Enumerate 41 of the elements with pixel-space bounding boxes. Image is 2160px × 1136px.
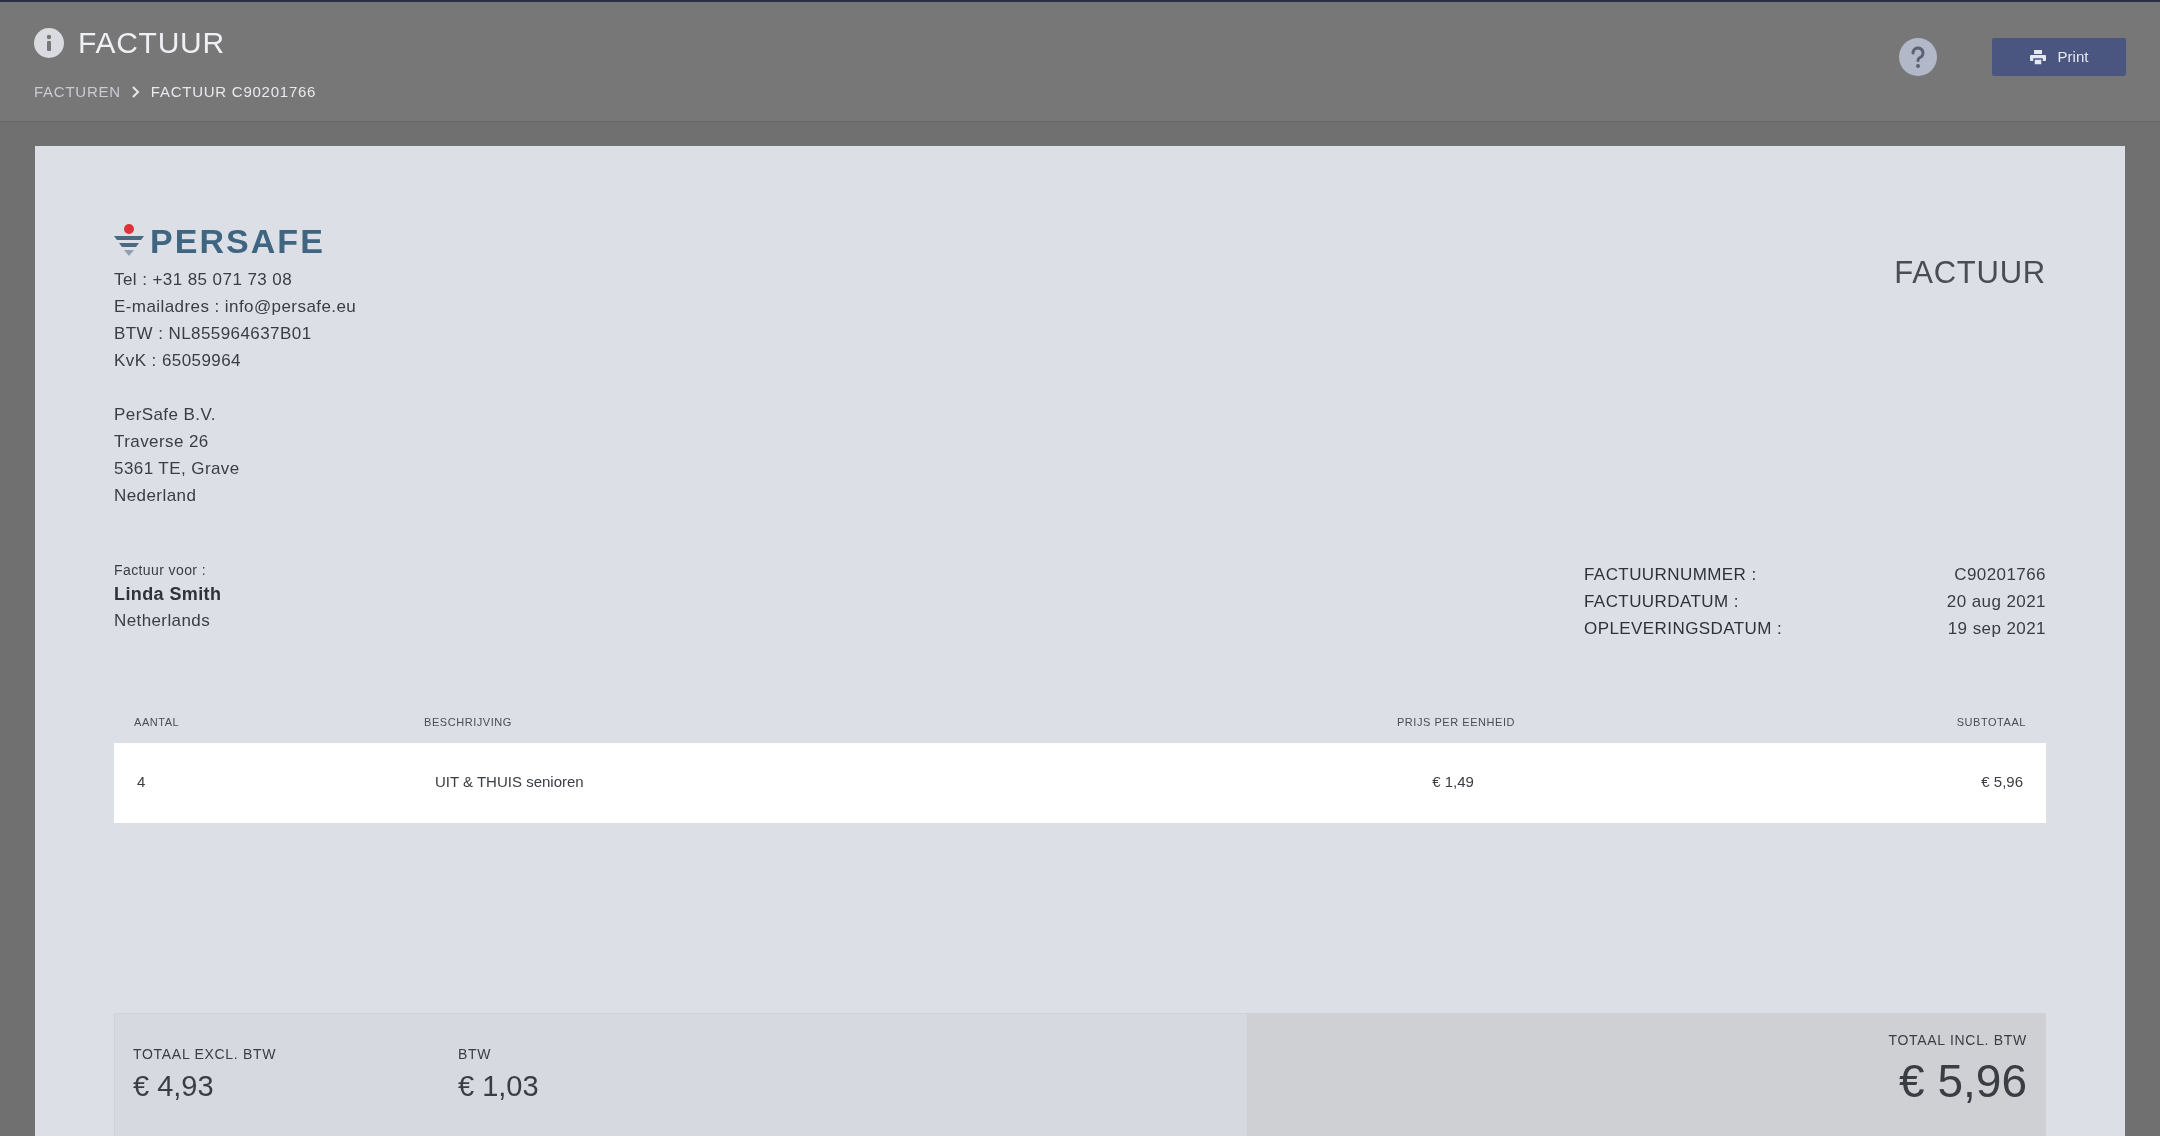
invoice-meta-value: 20 aug 2021	[1946, 591, 2046, 613]
recipient-country: Netherlands	[114, 610, 212, 632]
total-label: BTW	[458, 1044, 493, 1064]
company-contact-line: Tel : +31 85 071 73 08	[114, 269, 294, 291]
table-cell: € 5,96	[1981, 773, 2023, 791]
logo-mark-icon	[114, 224, 144, 258]
print-button[interactable]: Print	[1992, 38, 2126, 76]
breadcrumb-item: FACTUUR C90201766	[150, 82, 317, 102]
company-contact-line: KvK : 65059964	[114, 350, 242, 372]
recipient-name: Linda Smith	[114, 583, 222, 606]
chevron-right-icon	[130, 85, 141, 100]
invoice-meta-label: FACTUURNUMMER :	[1584, 564, 1757, 586]
column-header: BESCHRIJVING	[424, 715, 513, 730]
table-cell: 4	[137, 773, 146, 791]
invoice-meta-label: OPLEVERINGSDATUM :	[1584, 618, 1783, 640]
help-icon[interactable]	[1899, 38, 1937, 76]
company-address-line: Traverse 26	[114, 431, 210, 453]
company-address-line: 5361 TE, Grave	[114, 458, 241, 480]
grand-total-value: € 5,96	[1899, 1053, 2027, 1109]
company-contact-line: BTW : NL855964637B01	[114, 323, 313, 345]
logo-text: PERSAFE	[150, 224, 325, 258]
table-cell: € 1,49	[1432, 773, 1474, 791]
invoice-meta-value: C90201766	[1954, 564, 2046, 586]
invoice-meta-value: 19 sep 2021	[1947, 618, 2046, 640]
column-header: AANTAL	[134, 715, 181, 730]
printer-icon	[2029, 49, 2046, 65]
column-header: PRIJS PER EENHEID	[1395, 715, 1517, 730]
page-title: FACTUUR	[78, 25, 225, 61]
total-value: € 1,03	[458, 1068, 540, 1104]
invoice-heading: FACTUUR	[1894, 254, 2046, 292]
column-header: SUBTOTAAL	[1955, 715, 2026, 730]
total-value: € 4,93	[133, 1068, 215, 1104]
grand-total-label: TOTAAL INCL. BTW	[1888, 1030, 2027, 1050]
info-icon	[34, 27, 64, 58]
company-contact-line: E-mailadres : info@persafe.eu	[114, 296, 357, 318]
company-address-line: PerSafe B.V.	[114, 404, 217, 426]
company-address-line: Nederland	[114, 485, 198, 507]
table-cell-text: UIT & THUIS senioren	[434, 773, 584, 791]
invoice-meta-label: FACTUURDATUM :	[1584, 591, 1739, 613]
total-label: TOTAAL EXCL. BTW	[133, 1044, 278, 1064]
recipient-label: Factuur voor :	[114, 561, 207, 580]
